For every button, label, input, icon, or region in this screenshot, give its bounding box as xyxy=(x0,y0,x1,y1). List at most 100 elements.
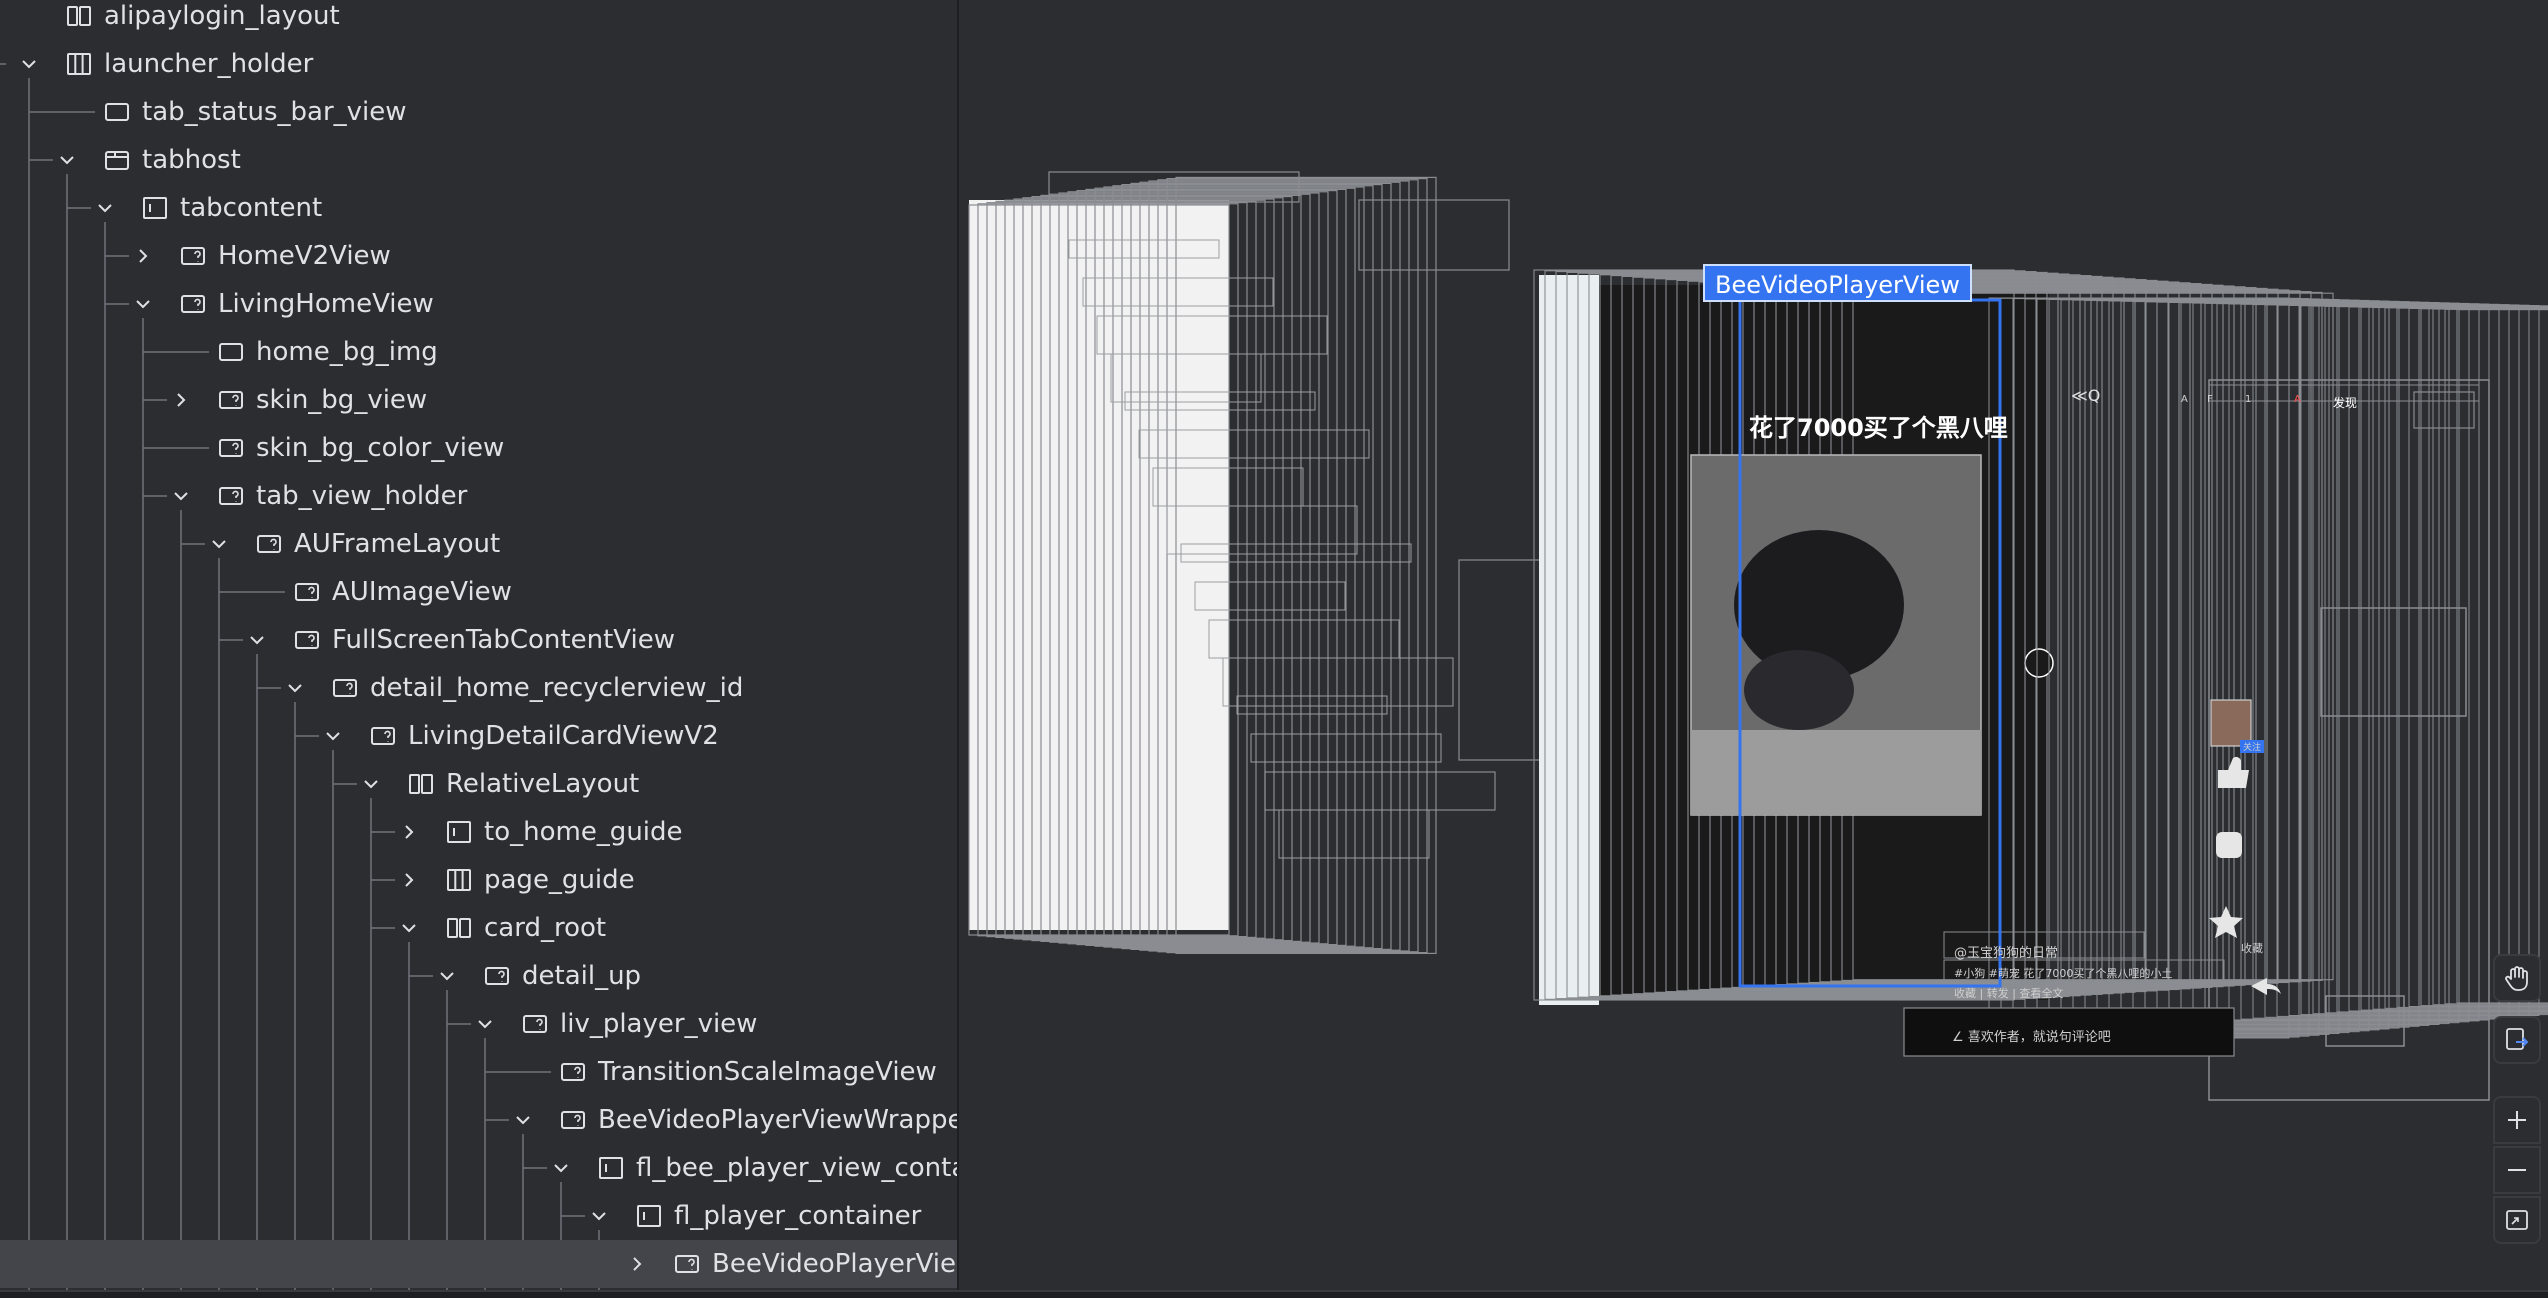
tree-item-relativelayout[interactable]: RelativeLayout xyxy=(0,760,957,808)
custom-view-icon xyxy=(256,532,282,556)
chevron-down-icon[interactable] xyxy=(434,963,460,989)
follow-badge: 关注 xyxy=(2240,740,2265,753)
caption-line-1: @玉宝狗狗的日常 xyxy=(1954,946,2059,961)
tree-item-auframelayout[interactable]: AUFrameLayout xyxy=(0,520,957,568)
tree-item-livinghomeview[interactable]: LivingHomeView xyxy=(0,280,957,328)
chevron-down-icon[interactable] xyxy=(472,1011,498,1037)
relative-layout-icon xyxy=(408,772,434,796)
chevron-down-icon[interactable] xyxy=(168,483,194,509)
layer-frame xyxy=(2156,301,2430,1026)
tree-item-liv-player-view[interactable]: liv_player_view xyxy=(0,1000,957,1048)
tree-item-label: card_root xyxy=(484,913,607,943)
tree-item-homev2view[interactable]: HomeV2View xyxy=(0,232,957,280)
layer-frame xyxy=(2300,305,2548,1016)
pan-button[interactable] xyxy=(2493,954,2541,1002)
tree-item-skin-bg-color-view[interactable]: skin_bg_color_view xyxy=(0,424,957,472)
tree-item-tab-view-holder[interactable]: tab_view_holder xyxy=(0,472,957,520)
view-icon xyxy=(104,100,130,124)
custom-view-icon xyxy=(294,628,320,652)
tree-item-label: fl_player_container xyxy=(674,1201,922,1231)
chevron-down-icon[interactable] xyxy=(206,531,232,557)
custom-view-icon xyxy=(522,1012,548,1036)
layer-frame xyxy=(2320,607,2467,717)
chevron-down-icon[interactable] xyxy=(510,1107,536,1133)
chevron-right-icon[interactable] xyxy=(168,387,194,413)
tree-item-skin-bg-view[interactable]: skin_bg_view xyxy=(0,376,957,424)
relative-layout-icon xyxy=(66,4,92,28)
tree-item-detail-home-recyclerview-id[interactable]: detail_home_recyclerview_id xyxy=(0,664,957,712)
layer-frame xyxy=(2456,309,2548,1004)
layer-frame xyxy=(2264,304,2520,1018)
chevron-down-icon[interactable] xyxy=(396,915,422,941)
tree-item-auimageview[interactable]: AUImageView xyxy=(0,568,957,616)
tree-item-fl-player-container[interactable]: fl_player_container xyxy=(0,1192,957,1240)
wireframe-layers[interactable] xyxy=(959,0,2548,1290)
fit-screen-button[interactable] xyxy=(2493,1196,2541,1244)
chevron-right-icon[interactable] xyxy=(130,243,156,269)
tree-item-label: TransitionScaleImageView xyxy=(598,1057,937,1087)
tabhost-icon xyxy=(104,148,130,172)
layer-frame xyxy=(2276,304,2530,1017)
selected-view-label: BeeVideoPlayerView xyxy=(1703,264,1972,302)
layer-frame xyxy=(2048,299,2340,1034)
zoom-in-button[interactable] xyxy=(2493,1096,2541,1144)
chevron-down-icon[interactable] xyxy=(320,723,346,749)
tree-item-tabhost[interactable]: tabhost xyxy=(0,136,957,184)
tree-item-label: BeeVideoPlayerView xyxy=(712,1249,957,1279)
tree-item-home-bg-img[interactable]: home_bg_img xyxy=(0,328,957,376)
tree-item-label: AUImageView xyxy=(332,577,512,607)
caption-line-3: 收藏 | 转发 | 查看全文 xyxy=(1954,987,2064,1000)
layout-3d-view[interactable]: BeeVideoPlayerView 花了7000买了个黑八哩 @玉宝狗狗的日常… xyxy=(959,0,2548,1290)
chevron-right-icon[interactable] xyxy=(396,819,422,845)
chevron-right-icon[interactable] xyxy=(624,1251,650,1277)
tree-item-label: fl_bee_player_view_containe xyxy=(636,1153,957,1183)
tree-item-label: skin_bg_color_view xyxy=(256,433,505,463)
chevron-down-icon[interactable] xyxy=(54,147,80,173)
tree-item-label: skin_bg_view xyxy=(256,385,428,415)
chevron-down-icon[interactable] xyxy=(16,51,42,77)
tree-item-page-guide[interactable]: page_guide xyxy=(0,856,957,904)
tree-item-fl-bee-player-view-containe[interactable]: fl_bee_player_view_containe xyxy=(0,1144,957,1192)
top-bar-item-1: ≪Q xyxy=(2071,386,2101,405)
zoom-in-icon xyxy=(2508,1111,2526,1129)
tree-item-label: LivingDetailCardViewV2 xyxy=(408,721,719,751)
fit-screen-icon xyxy=(2506,1210,2528,1230)
tree-item-beevideoplayerviewwrapper[interactable]: BeeVideoPlayerViewWrapper xyxy=(0,1096,957,1144)
chevron-down-icon[interactable] xyxy=(548,1155,574,1181)
layer-export-button[interactable] xyxy=(2493,1016,2541,1064)
tree-item-alipaylogin-layout[interactable]: alipaylogin_layout xyxy=(0,0,957,40)
custom-view-icon xyxy=(294,580,320,604)
video-ground xyxy=(1691,730,1981,815)
layout-inspector: alipaylogin_layout launcher_holder tab_sta… xyxy=(0,0,2548,1298)
chevron-down-icon[interactable] xyxy=(586,1203,612,1229)
layer-card-edge xyxy=(1539,275,1599,1005)
tree-item-to-home-guide[interactable]: to_home_guide xyxy=(0,808,957,856)
tree-item-label: page_guide xyxy=(484,865,635,895)
tree-item-transitionscaleimageview[interactable]: TransitionScaleImageView xyxy=(0,1048,957,1096)
tree-item-tab-status-bar-view[interactable]: tab_status_bar_view xyxy=(0,88,957,136)
layer-frame xyxy=(2324,305,2548,1014)
tree-item-card-root[interactable]: card_root xyxy=(0,904,957,952)
custom-view-icon xyxy=(332,676,358,700)
custom-view-icon xyxy=(218,484,244,508)
tree-item-detail-up[interactable]: detail_up xyxy=(0,952,957,1000)
chevron-right-icon[interactable] xyxy=(396,867,422,893)
chevron-down-icon[interactable] xyxy=(358,771,384,797)
linear-layout-icon xyxy=(446,868,472,892)
chevron-down-icon[interactable] xyxy=(244,627,270,653)
tree-item-beevideoplayerview[interactable]: BeeVideoPlayerView xyxy=(0,1240,957,1288)
chevron-down-icon[interactable] xyxy=(282,675,308,701)
tree-item-label: tabcontent xyxy=(180,193,323,223)
layer-frame xyxy=(2413,391,2475,429)
tree-item-label: LivingHomeView xyxy=(218,289,434,319)
view-icon xyxy=(218,340,244,364)
tree-item-launcher-holder[interactable]: launcher_holder xyxy=(0,40,957,88)
chevron-down-icon[interactable] xyxy=(130,291,156,317)
custom-view-icon xyxy=(560,1060,586,1084)
tree-item-tabcontent[interactable]: tabcontent xyxy=(0,184,957,232)
tree-item-label: detail_up xyxy=(522,961,642,991)
zoom-out-button[interactable] xyxy=(2493,1146,2541,1194)
tree-item-fullscreentabcontentview[interactable]: FullScreenTabContentView xyxy=(0,616,957,664)
tree-item-livingdetailcardviewv2[interactable]: LivingDetailCardViewV2 xyxy=(0,712,957,760)
chevron-down-icon[interactable] xyxy=(92,195,118,221)
